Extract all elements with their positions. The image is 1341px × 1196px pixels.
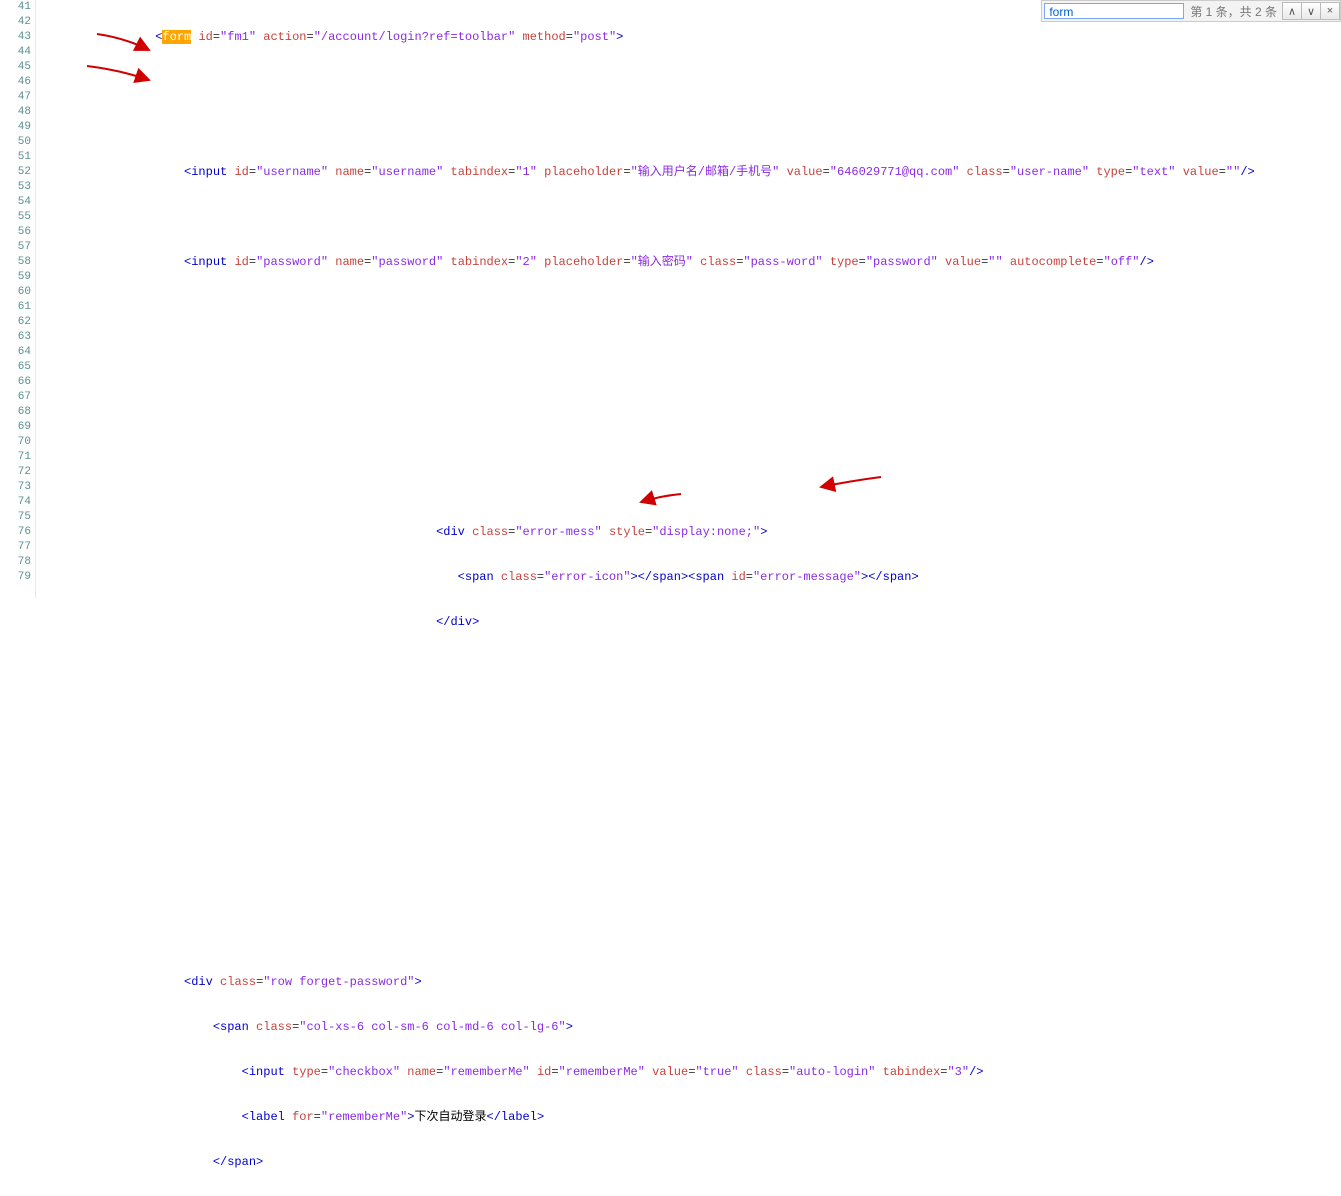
line-number: 55 (0, 210, 31, 225)
code-line (40, 390, 1320, 405)
code-line (40, 840, 1320, 855)
find-close-button[interactable]: × (1320, 2, 1340, 20)
line-number: 54 (0, 195, 31, 210)
code-line: <div class="row forget-password"> (40, 975, 1320, 990)
line-number: 77 (0, 540, 31, 555)
line-number: 48 (0, 105, 31, 120)
line-number: 66 (0, 375, 31, 390)
line-number: 44 (0, 45, 31, 60)
code-line: <input type="checkbox" name="rememberMe"… (40, 1065, 1320, 1080)
line-number: 52 (0, 165, 31, 180)
line-number: 41 (0, 0, 31, 15)
code-line (40, 705, 1320, 720)
find-status: 第 1 条，共 2 条 (1190, 3, 1277, 20)
line-number: 69 (0, 420, 31, 435)
code-editor[interactable]: <form id="fm1" action="/account/login?re… (40, 0, 1320, 1196)
line-number: 58 (0, 255, 31, 270)
line-number: 68 (0, 405, 31, 420)
find-prev-button[interactable]: ∧ (1282, 2, 1302, 20)
line-number: 61 (0, 300, 31, 315)
code-line: </div> (40, 615, 1320, 630)
line-number: 43 (0, 30, 31, 45)
code-line: </span> (40, 1155, 1320, 1170)
code-line: <span class="error-icon"></span><span id… (40, 570, 1320, 585)
line-number: 75 (0, 510, 31, 525)
code-line: <div class="error-mess" style="display:n… (40, 525, 1320, 540)
code-line: <input id="username" name="username" tab… (40, 165, 1320, 180)
line-number: 47 (0, 90, 31, 105)
line-number: 45 (0, 60, 31, 75)
line-number: 71 (0, 450, 31, 465)
find-next-button[interactable]: ∨ (1301, 2, 1321, 20)
code-line (40, 930, 1320, 945)
line-number: 63 (0, 330, 31, 345)
line-number: 50 (0, 135, 31, 150)
code-line (40, 795, 1320, 810)
line-number: 64 (0, 345, 31, 360)
code-line: <input id="password" name="password" tab… (40, 255, 1320, 270)
code-line (40, 210, 1320, 225)
line-number: 78 (0, 555, 31, 570)
line-number: 46 (0, 75, 31, 90)
find-bar: form 第 1 条，共 2 条 ∧ ∨ × (1041, 0, 1341, 22)
code-line (40, 435, 1320, 450)
code-line (40, 480, 1320, 495)
code-line (40, 300, 1320, 315)
line-number: 74 (0, 495, 31, 510)
line-number: 76 (0, 525, 31, 540)
line-number: 49 (0, 120, 31, 135)
line-number: 51 (0, 150, 31, 165)
find-input[interactable]: form (1044, 3, 1184, 19)
code-line: <span class="col-xs-6 col-sm-6 col-md-6 … (40, 1020, 1320, 1035)
line-number: 67 (0, 390, 31, 405)
code-line: <form id="fm1" action="/account/login?re… (40, 30, 1320, 45)
code-line (40, 75, 1320, 90)
line-number: 62 (0, 315, 31, 330)
code-line: <label for="rememberMe">下次自动登录</label> (40, 1110, 1320, 1125)
line-number: 42 (0, 15, 31, 30)
code-line (40, 750, 1320, 765)
code-line (40, 120, 1320, 135)
code-line (40, 345, 1320, 360)
line-number: 59 (0, 270, 31, 285)
line-number: 57 (0, 240, 31, 255)
line-number: 72 (0, 465, 31, 480)
line-number: 60 (0, 285, 31, 300)
line-number: 79 (0, 570, 31, 585)
line-number: 70 (0, 435, 31, 450)
line-number: 56 (0, 225, 31, 240)
line-number: 73 (0, 480, 31, 495)
line-number: 65 (0, 360, 31, 375)
line-number-gutter: 41 42 43 44 45 46 47 48 49 50 51 52 53 5… (0, 0, 36, 598)
line-number: 53 (0, 180, 31, 195)
code-line (40, 660, 1320, 675)
code-line (40, 885, 1320, 900)
